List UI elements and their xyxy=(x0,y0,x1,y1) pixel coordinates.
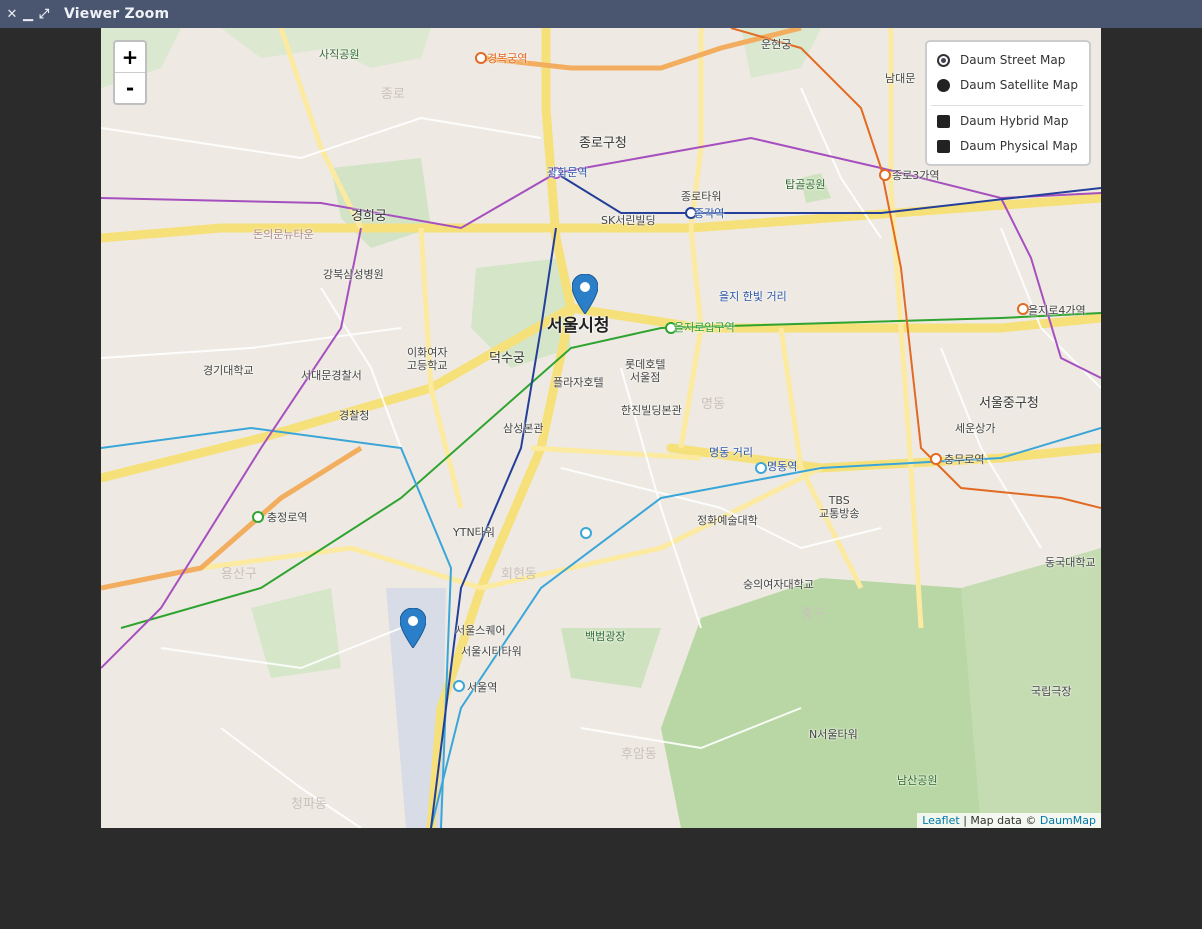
district-label: 청파동 xyxy=(291,797,327,812)
station-label: 충무로역 xyxy=(944,453,985,466)
street-label: 돈의문뉴타운 xyxy=(253,228,314,241)
layers-control: Daum Street Map Daum Satellite Map Daum … xyxy=(925,40,1091,166)
window-title: Viewer Zoom xyxy=(64,6,170,22)
place-label: TBS 교통방송 xyxy=(819,494,860,520)
place-label: 경찰청 xyxy=(339,409,370,422)
maximize-icon[interactable]: ⤢ xyxy=(36,6,52,22)
layer-label: Daum Hybrid Map xyxy=(960,114,1069,128)
street-label: 명동 거리 xyxy=(709,446,753,459)
radio-icon[interactable] xyxy=(937,78,950,92)
station-label: 충정로역 xyxy=(267,511,308,524)
place-label: 백범광장 xyxy=(585,630,626,643)
place-label: N서울타워 xyxy=(809,728,858,741)
daummap-link[interactable]: DaumMap xyxy=(1040,814,1096,827)
district-label: 후암동 xyxy=(621,747,657,762)
place-label: 동국대학교 xyxy=(1045,556,1096,569)
district-label: 용산구 xyxy=(221,567,257,582)
place-label: 탑골공원 xyxy=(785,178,826,191)
place-label: 서울시티타워 xyxy=(461,645,522,658)
seoul-station-marker-icon[interactable] xyxy=(400,608,426,648)
layer-label: Daum Street Map xyxy=(960,53,1066,67)
layer-label: Daum Physical Map xyxy=(960,139,1078,153)
place-label: 숭의여자대학교 xyxy=(743,578,814,591)
place-label: YTN타워 xyxy=(453,526,495,539)
layers-divider xyxy=(931,105,1083,106)
place-label: 경기대학교 xyxy=(203,364,254,377)
map-viewport[interactable]: 종로 명동 중구 후암동 청파동 회현동 용산구 서울시청 경희궁 덕수궁 종로… xyxy=(101,28,1101,828)
station-label: 을지로4가역 xyxy=(1028,304,1086,317)
city-hall-label: 서울시청 xyxy=(547,316,610,336)
station-label: 종로3가역 xyxy=(892,169,940,182)
close-icon[interactable]: ✕ xyxy=(4,6,20,22)
place-label: SK서린빌딩 xyxy=(601,214,656,227)
street-label: 을지 한빛 거리 xyxy=(719,290,787,303)
place-label: 서대문경찰서 xyxy=(301,369,362,382)
checkbox-icon[interactable] xyxy=(937,139,950,153)
place-label: 정화예술대학 xyxy=(697,514,758,527)
station-label: 서울역 xyxy=(467,681,498,694)
layer-hybrid-option[interactable]: Daum Hybrid Map xyxy=(937,114,1068,128)
station-label: 을지로입구역 xyxy=(674,321,735,334)
place-label: 경희궁 xyxy=(351,209,387,224)
district-label: 회현동 xyxy=(501,567,537,582)
place-label: 플라자호텔 xyxy=(553,376,604,389)
place-label: 종로구청 xyxy=(579,136,627,151)
leaflet-link[interactable]: Leaflet xyxy=(922,814,959,827)
place-label: 이화여자 고등학교 xyxy=(407,346,448,372)
layer-label: Daum Satellite Map xyxy=(960,78,1078,92)
layer-street-option[interactable]: Daum Street Map xyxy=(937,53,1065,67)
place-label: 종로타워 xyxy=(681,190,722,203)
station-label: 광화문역 xyxy=(547,166,588,179)
layer-physical-option[interactable]: Daum Physical Map xyxy=(937,139,1078,153)
district-label: 중구 xyxy=(801,607,825,622)
zoom-control: + - xyxy=(113,40,147,105)
place-label: 국립극장 xyxy=(1031,685,1072,698)
radio-selected-icon[interactable] xyxy=(937,53,950,67)
station-label: 종각역 xyxy=(694,207,725,220)
place-label: 서울중구청 xyxy=(979,396,1039,411)
zoom-out-button[interactable]: - xyxy=(115,73,145,103)
place-label: 강북삼성병원 xyxy=(323,268,384,281)
place-label: 덕수궁 xyxy=(489,351,525,366)
place-label: 서울스퀘어 xyxy=(455,624,506,637)
layer-satellite-option[interactable]: Daum Satellite Map xyxy=(937,78,1078,92)
city-hall-marker-icon[interactable] xyxy=(572,274,598,314)
district-label: 명동 xyxy=(701,397,725,412)
place-label: 남산공원 xyxy=(897,774,938,787)
map-attribution: Leaflet | Map data © DaumMap xyxy=(917,813,1101,828)
place-label: 한진빌딩본관 xyxy=(621,404,682,417)
place-label: 운현궁 xyxy=(761,38,792,51)
station-label: 명동역 xyxy=(767,460,798,473)
zoom-in-button[interactable]: + xyxy=(115,42,145,73)
place-label: 롯데호텔 서울점 xyxy=(625,358,666,384)
checkbox-icon[interactable] xyxy=(937,114,950,128)
place-label: 세운상가 xyxy=(955,422,996,435)
attribution-text: | Map data © xyxy=(963,814,1037,827)
station-label: 경복궁역 xyxy=(487,52,528,65)
place-label: 사직공원 xyxy=(319,48,360,61)
window-titlebar: ✕ ▁ ⤢ Viewer Zoom xyxy=(0,0,1202,28)
minimize-icon[interactable]: ▁ xyxy=(20,6,36,22)
district-label: 종로 xyxy=(381,87,405,102)
place-label: 남대문 xyxy=(885,72,916,85)
place-label: 삼성본관 xyxy=(503,422,544,435)
